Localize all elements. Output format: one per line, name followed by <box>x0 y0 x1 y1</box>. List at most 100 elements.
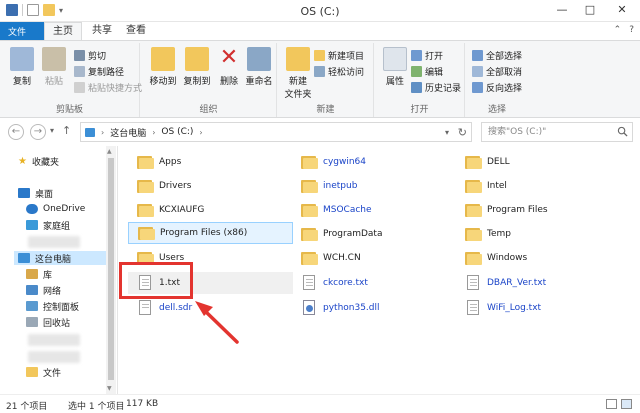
maximize-button[interactable]: □ <box>576 0 604 20</box>
chevron-down-icon[interactable]: ▾ <box>445 128 449 137</box>
nav-control-panel[interactable]: 控制面板 <box>26 299 79 313</box>
file-name: ProgramData <box>323 229 383 239</box>
nav-files[interactable]: 文件 <box>26 365 61 379</box>
nav-network[interactable]: 网络 <box>26 283 61 297</box>
new-folder-button[interactable]: 新建 文件夹 <box>280 45 316 100</box>
network-icon <box>26 285 38 295</box>
organize-group-label: 组织 <box>199 105 218 115</box>
file-name: dell.sdr <box>159 303 193 313</box>
chevron-right-icon: › <box>101 127 105 137</box>
refresh-icon[interactable]: ↻ <box>458 126 467 139</box>
nav-homegroup[interactable]: 家庭组 <box>26 218 70 232</box>
new-folder-icon <box>286 47 310 71</box>
folder-icon <box>136 154 154 170</box>
file-item[interactable]: dell.sdr <box>128 297 293 319</box>
recycle-bin-icon <box>26 317 38 327</box>
scrollbar-thumb[interactable] <box>108 158 114 380</box>
folder-item[interactable]: inetpub <box>292 175 457 197</box>
file-name: Windows <box>487 253 528 263</box>
copy-button[interactable]: 复制 <box>4 45 40 87</box>
file-item[interactable]: ckcore.txt <box>292 272 457 294</box>
open-button[interactable]: 打开 <box>411 49 443 62</box>
select-none-label: 全部取消 <box>486 68 523 78</box>
folder-icon <box>136 178 154 194</box>
folder-item[interactable]: Temp <box>456 223 621 245</box>
search-input[interactable]: 搜索"OS (C:)" <box>481 122 633 142</box>
rename-button[interactable]: 重命名 <box>241 45 277 87</box>
text-file-icon <box>136 300 154 316</box>
new-item-button[interactable]: 新建项目 <box>314 49 364 62</box>
rename-label: 重命名 <box>245 77 273 87</box>
folder-item[interactable]: Windows <box>456 247 621 269</box>
breadcrumb-drive[interactable]: OS (C:) <box>161 127 193 137</box>
paste-button[interactable]: 粘贴 <box>36 45 72 87</box>
organize-group: 移动到 复制到 ✕ 删除 重命名 组织 <box>141 43 277 117</box>
folder-item[interactable]: WCH.CN <box>292 247 457 269</box>
open-group-label: 打开 <box>410 105 429 115</box>
folder-icon <box>136 202 154 218</box>
address-bar[interactable]: › 这台电脑 › OS (C:) › ▾ ↻ <box>80 122 472 142</box>
minimize-button[interactable]: — <box>548 0 576 20</box>
details-view-icon[interactable] <box>606 399 617 409</box>
file-item[interactable]: python35.dll <box>292 297 457 319</box>
copy-path-button[interactable]: 复制路径 <box>74 65 124 78</box>
folder-item[interactable]: Program Files <box>456 199 621 221</box>
chevron-down-icon[interactable]: ⌃ <box>614 25 622 35</box>
folder-item[interactable]: Apps <box>128 151 293 173</box>
folder-item[interactable]: KCXIAUFG <box>128 199 293 221</box>
select-all-button[interactable]: 全部选择 <box>472 49 522 62</box>
navigation-pane: ★ 收藏夹 桌面 OneDrive 家庭组 这台电脑 库 网络 控制面板 回收站… <box>0 146 118 394</box>
file-name: WCH.CN <box>323 253 361 263</box>
redacted-item <box>28 334 80 346</box>
tab-view[interactable]: 查看 <box>118 22 154 40</box>
paste-shortcut-button[interactable]: 粘贴快捷方式 <box>74 81 142 94</box>
folder-item[interactable]: MSOCache <box>292 199 457 221</box>
up-button[interactable]: ↑ <box>62 124 71 137</box>
folder-item[interactable]: DELL <box>456 151 621 173</box>
folder-icon <box>464 250 482 266</box>
edit-button[interactable]: 编辑 <box>411 65 443 78</box>
folder-item[interactable]: Drivers <box>128 175 293 197</box>
scroll-up-icon[interactable]: ▲ <box>107 148 112 155</box>
nav-scrollbar[interactable]: ▲ ▼ <box>106 146 116 394</box>
copy-to-button[interactable]: 复制到 <box>179 45 215 87</box>
nav-homegroup-label: 家庭组 <box>43 221 71 232</box>
nav-recycle-bin[interactable]: 回收站 <box>26 315 70 329</box>
folder-item[interactable]: Intel <box>456 175 621 197</box>
nav-this-pc[interactable]: 这台电脑 <box>14 251 114 265</box>
cut-button[interactable]: 剪切 <box>74 49 106 62</box>
star-icon: ★ <box>18 155 27 167</box>
delete-icon: ✕ <box>219 45 239 70</box>
large-icons-view-icon[interactable] <box>621 399 632 409</box>
nav-desktop[interactable]: 桌面 <box>18 186 53 200</box>
properties-button[interactable]: 属性 <box>377 45 413 87</box>
select-none-button[interactable]: 全部取消 <box>472 65 522 78</box>
scissors-icon <box>74 50 85 61</box>
tab-share[interactable]: 共享 <box>84 22 120 40</box>
close-button[interactable]: ✕ <box>604 0 640 20</box>
tab-home[interactable]: 主页 <box>44 22 82 40</box>
folder-item[interactable]: Program Files (x86) <box>128 222 293 244</box>
easy-access-button[interactable]: 轻松访问 <box>314 65 364 78</box>
nav-libraries[interactable]: 库 <box>26 267 52 281</box>
nav-this-pc-label: 这台电脑 <box>35 254 72 265</box>
nav-favorites[interactable]: ★ 收藏夹 <box>18 154 59 168</box>
folder-item[interactable]: ProgramData <box>292 223 457 245</box>
invert-selection-button[interactable]: 反向选择 <box>472 81 522 94</box>
new-group: 新建 文件夹 新建项目 轻松访问 新建 <box>278 43 374 117</box>
folder-item[interactable]: cygwin64 <box>292 151 457 173</box>
history-button[interactable]: 历史记录 <box>411 81 461 94</box>
file-name: Temp <box>487 229 511 239</box>
forward-button[interactable]: → <box>30 124 46 140</box>
file-item[interactable]: DBAR_Ver.txt <box>456 272 621 294</box>
chevron-down-icon[interactable]: ▾ <box>50 126 54 135</box>
nav-onedrive[interactable]: OneDrive <box>26 202 85 216</box>
back-button[interactable]: ← <box>8 124 24 140</box>
file-item[interactable]: WiFi_Log.txt <box>456 297 621 319</box>
help-icon[interactable]: ? <box>629 25 634 35</box>
breadcrumb-this-pc[interactable]: 这台电脑 <box>110 126 146 139</box>
open-icon <box>411 50 422 61</box>
move-to-button[interactable]: 移动到 <box>145 45 181 87</box>
item-count: 21 个项目 <box>6 402 48 412</box>
scroll-down-icon[interactable]: ▼ <box>107 385 112 392</box>
